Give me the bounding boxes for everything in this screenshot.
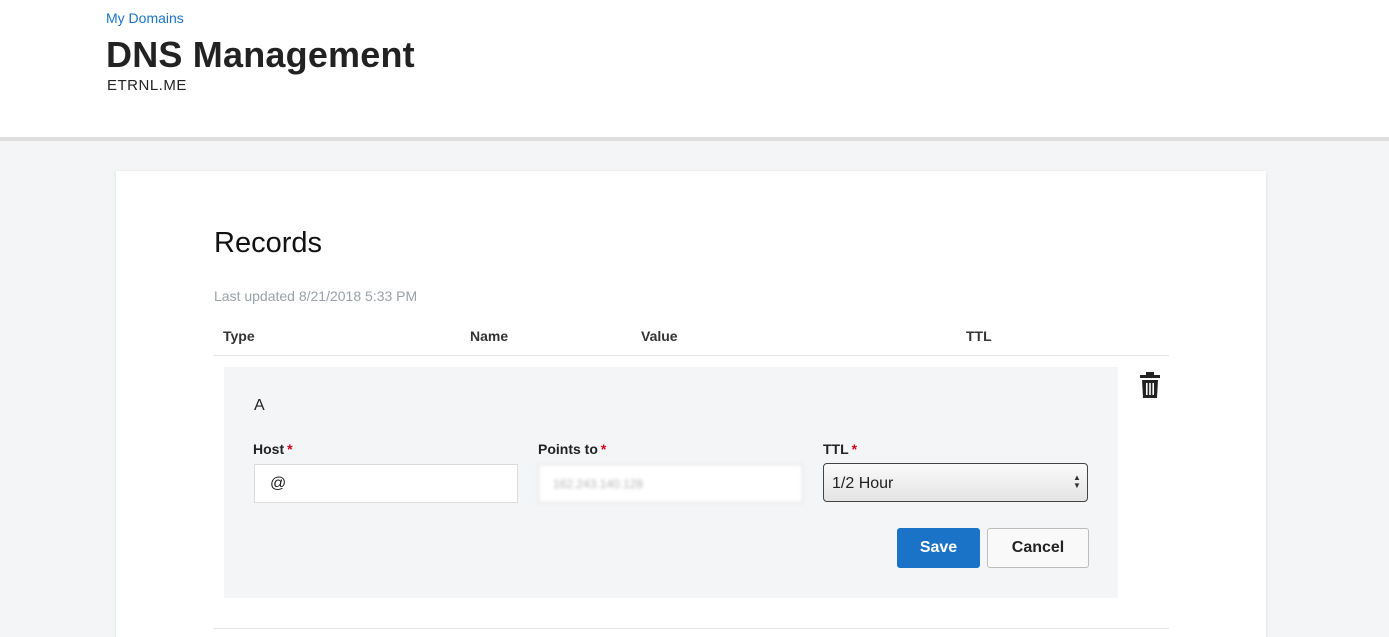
records-table-header: Type Name Value TTL <box>214 321 1169 356</box>
records-title: Records <box>214 227 322 259</box>
ttl-selected-value: 1/2 Hour <box>832 475 894 492</box>
breadcrumb-my-domains[interactable]: My Domains <box>106 10 184 26</box>
host-label: Host * <box>253 441 293 457</box>
trash-icon[interactable] <box>1140 372 1160 398</box>
domain-name: ETRNL.ME <box>107 77 187 94</box>
points-to-input[interactable]: 162.243.140.128 <box>538 464 803 503</box>
updown-arrows-icon: ▲ ▼ <box>1073 473 1081 490</box>
last-updated-text: Last updated 8/21/2018 5:33 PM <box>214 288 418 304</box>
host-input[interactable] <box>254 464 518 503</box>
page-header: My Domains DNS Management ETRNL.ME <box>0 0 1389 141</box>
column-header-value: Value <box>641 328 678 344</box>
record-edit-panel: A Host* Points to* 162.243.140.128 TTL* … <box>224 367 1118 598</box>
column-header-ttl: TTL <box>966 328 992 344</box>
column-header-type: Type <box>223 328 255 344</box>
page-title: DNS Management <box>106 34 415 75</box>
ttl-label-text: TTL <box>823 441 849 457</box>
points-to-label: Points to * <box>538 441 606 457</box>
records-card: Records Last updated 8/21/2018 5:33 PM T… <box>116 171 1266 637</box>
required-marker: * <box>600 441 607 457</box>
record-type: A <box>254 397 265 414</box>
required-marker: * <box>851 441 858 457</box>
save-button[interactable]: Save <box>897 528 980 568</box>
points-to-label-text: Points to <box>538 441 598 457</box>
cancel-button[interactable]: Cancel <box>987 528 1089 568</box>
host-label-text: Host <box>253 441 285 457</box>
row-divider <box>214 628 1169 629</box>
required-marker: * <box>287 441 293 457</box>
ttl-label: TTL * <box>823 441 857 457</box>
column-header-name: Name <box>470 328 509 344</box>
ttl-select[interactable]: 1/2 Hour ▲ ▼ <box>823 463 1088 502</box>
